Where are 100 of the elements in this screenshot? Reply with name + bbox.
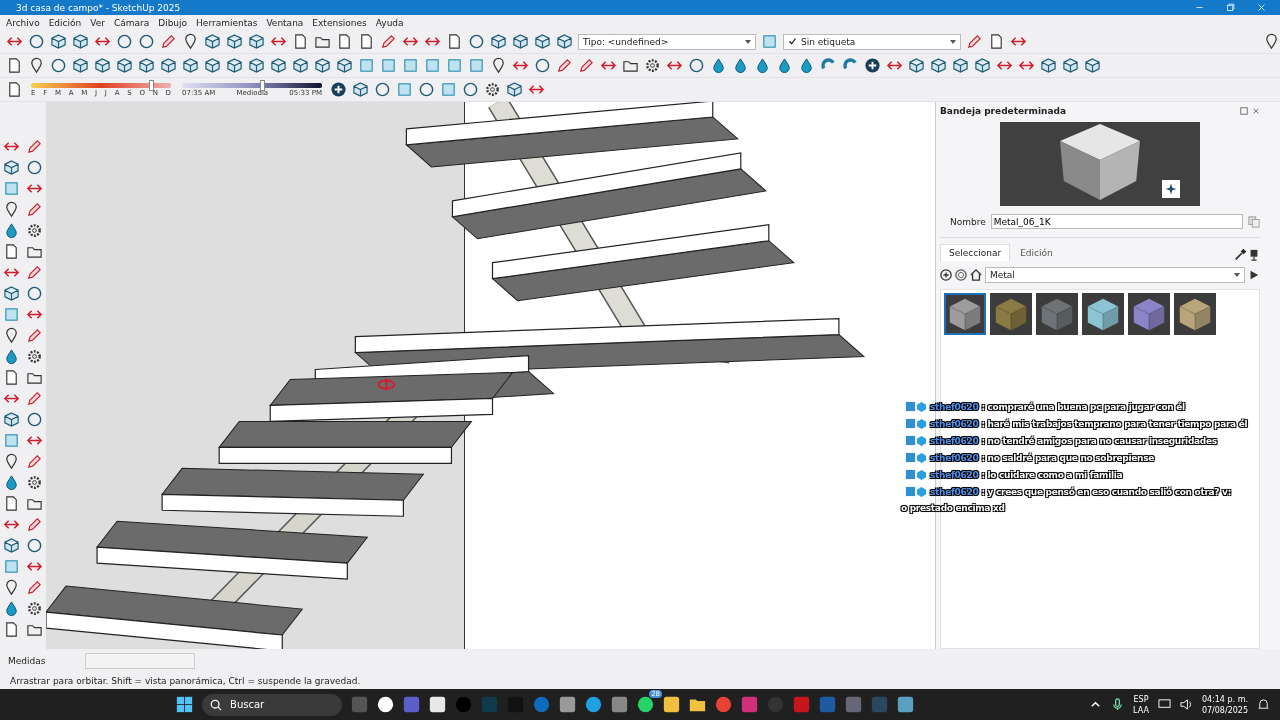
menu-item[interactable]: Herramientas <box>196 17 258 28</box>
cube-icon[interactable] <box>352 81 369 98</box>
gear-icon[interactable] <box>26 600 43 617</box>
library-dropdown[interactable]: Metal <box>985 267 1245 283</box>
menu-item[interactable]: Ayuda <box>375 17 404 28</box>
pencil-icon[interactable] <box>966 33 983 50</box>
cube-icon[interactable] <box>974 57 991 74</box>
language-indicator[interactable]: ESP <box>1133 693 1149 705</box>
page-icon[interactable] <box>3 495 20 512</box>
cube-icon[interactable] <box>248 57 265 74</box>
circle-icon[interactable] <box>374 81 391 98</box>
gear-icon[interactable] <box>26 222 43 239</box>
drop-icon[interactable] <box>798 57 815 74</box>
cube-icon[interactable] <box>72 33 89 50</box>
gear-icon[interactable] <box>26 348 43 365</box>
page-icon[interactable] <box>446 33 463 50</box>
cube-icon[interactable] <box>1062 57 1079 74</box>
arrow-icon[interactable] <box>1248 269 1260 281</box>
cube-icon[interactable] <box>490 33 507 50</box>
clock-date[interactable]: 07/08/2025 <box>1201 704 1248 716</box>
pencil-icon[interactable] <box>26 453 43 470</box>
drop-icon[interactable] <box>776 57 793 74</box>
measurements-field[interactable] <box>85 653 196 669</box>
cube-icon[interactable] <box>1040 57 1057 74</box>
type-dropdown[interactable]: Tipo: <undefined> <box>578 33 756 50</box>
menu-item[interactable]: Dibujo <box>158 17 188 28</box>
slider-thumb[interactable] <box>259 79 265 91</box>
menu-item[interactable]: Edición <box>48 17 82 28</box>
page-icon[interactable] <box>3 243 20 260</box>
circle-icon[interactable] <box>26 159 43 176</box>
cube-icon[interactable] <box>226 33 243 50</box>
square-app-icon[interactable] <box>663 696 681 713</box>
display-icon[interactable] <box>1248 249 1260 261</box>
pencil-icon[interactable] <box>26 201 43 218</box>
pencil-icon[interactable] <box>26 327 43 344</box>
circle-app-icon[interactable] <box>585 696 603 713</box>
menu-item[interactable]: Ventana <box>266 17 304 28</box>
circle-icon[interactable] <box>468 33 485 50</box>
menu-item[interactable]: Extensiones <box>312 17 367 28</box>
tag-dropdown[interactable]: Sin etiqueta <box>783 33 961 50</box>
tab[interactable]: Seleccionar <box>940 244 1011 261</box>
cube-icon[interactable] <box>314 57 331 74</box>
page-icon[interactable] <box>336 33 353 50</box>
circle-icon[interactable] <box>688 57 705 74</box>
drop-icon[interactable] <box>3 348 20 365</box>
drop-icon[interactable] <box>3 474 20 491</box>
cube-icon[interactable] <box>248 33 265 50</box>
tab[interactable]: Edición <box>1012 245 1061 261</box>
circle-icon[interactable] <box>418 81 435 98</box>
pencil-icon[interactable] <box>160 33 177 50</box>
cube-icon[interactable] <box>94 57 111 74</box>
cube-icon[interactable] <box>1084 57 1101 74</box>
cube-icon[interactable] <box>930 57 947 74</box>
circle-icon[interactable] <box>26 537 43 554</box>
pencil-icon[interactable] <box>26 264 43 281</box>
close-icon[interactable] <box>1252 107 1260 115</box>
cube-icon[interactable] <box>182 57 199 74</box>
cube-icon[interactable] <box>204 33 221 50</box>
monitor-icon[interactable] <box>1157 698 1171 711</box>
pencil-icon[interactable] <box>26 138 43 155</box>
name-field[interactable]: Metal_06_1K <box>990 214 1243 229</box>
square-app-icon[interactable] <box>897 696 915 713</box>
pencil-icon[interactable] <box>556 57 573 74</box>
cube-icon[interactable] <box>72 57 89 74</box>
circle-icon[interactable] <box>534 57 551 74</box>
drop-icon[interactable] <box>732 57 749 74</box>
cube-icon[interactable] <box>336 57 353 74</box>
slider-thumb[interactable] <box>149 79 155 91</box>
pencil-icon[interactable] <box>26 390 43 407</box>
eyedropper-icon[interactable] <box>1234 249 1246 261</box>
square-app-icon[interactable] <box>559 696 577 713</box>
folder-app-icon[interactable] <box>689 696 707 713</box>
cube-icon[interactable] <box>534 33 551 50</box>
drop-icon[interactable] <box>710 57 727 74</box>
target-icon[interactable] <box>955 269 967 281</box>
cube-icon[interactable] <box>292 57 309 74</box>
cube-icon[interactable] <box>3 285 20 302</box>
circle-icon[interactable] <box>26 285 43 302</box>
circle-icon[interactable] <box>116 33 133 50</box>
gear-icon[interactable] <box>26 474 43 491</box>
pencil-icon[interactable] <box>578 57 595 74</box>
plus-icon[interactable] <box>864 57 881 74</box>
pencil-icon[interactable] <box>26 579 43 596</box>
page-icon[interactable] <box>6 57 23 74</box>
cube-icon[interactable] <box>270 57 287 74</box>
home-icon[interactable] <box>970 269 982 281</box>
cube-icon[interactable] <box>116 57 133 74</box>
circle-icon[interactable] <box>50 57 67 74</box>
page-icon[interactable] <box>292 33 309 50</box>
cube-icon[interactable] <box>204 57 221 74</box>
drop-icon[interactable] <box>3 222 20 239</box>
circle-app-icon[interactable] <box>637 696 655 713</box>
circle-icon[interactable] <box>462 81 479 98</box>
square-app-icon[interactable] <box>429 696 447 713</box>
microphone-icon[interactable] <box>1111 698 1125 711</box>
cube-icon[interactable] <box>506 81 523 98</box>
cube-icon[interactable] <box>3 159 20 176</box>
start-button[interactable] <box>176 696 194 713</box>
cube-icon[interactable] <box>512 33 529 50</box>
plus-icon[interactable] <box>330 81 347 98</box>
